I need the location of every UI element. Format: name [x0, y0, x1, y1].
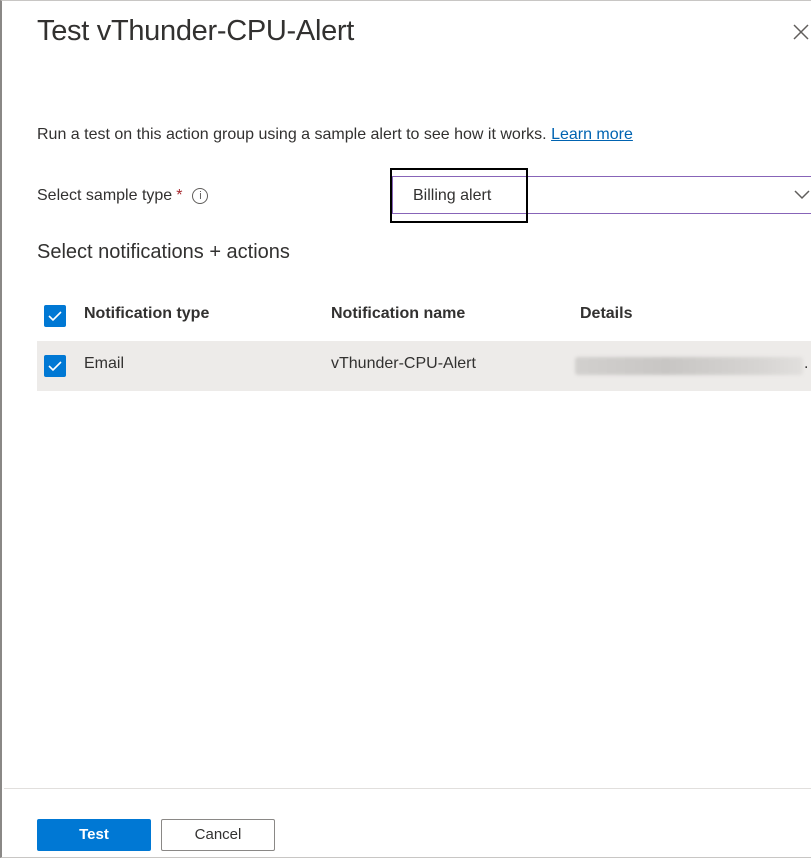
table-header-row: Notification type Notification name Deta…: [37, 291, 811, 341]
notification-name-cell: vThunder-CPU-Alert: [331, 355, 476, 372]
info-icon[interactable]: i: [192, 188, 209, 204]
intro-text-line: Run a test on this action group using a …: [37, 126, 633, 144]
learn-more-link[interactable]: Learn more: [551, 126, 633, 143]
close-button[interactable]: [790, 21, 811, 43]
chevron-down-icon: [794, 190, 810, 200]
redacted-details-value: [575, 357, 803, 375]
details-suffix: .: [804, 355, 809, 372]
notifications-table: Notification type Notification name Deta…: [37, 291, 811, 391]
required-marker: *: [176, 187, 183, 204]
column-header-notification-name[interactable]: Notification name: [331, 305, 465, 323]
checkmark-icon: [48, 311, 62, 322]
footer-divider: [4, 788, 811, 789]
test-action-group-panel: Test vThunder-CPU-Alert Run a test on th…: [0, 0, 811, 858]
column-header-details[interactable]: Details: [580, 305, 632, 323]
notification-type-cell: Email: [84, 355, 125, 372]
column-header-notification-type[interactable]: Notification type: [84, 305, 209, 323]
table-row[interactable]: Email vThunder-CPU-Alert .: [37, 341, 811, 391]
notifications-section-title: Select notifications + actions: [37, 241, 290, 263]
row-checkbox[interactable]: [44, 355, 66, 377]
sample-type-label-row: Select sample type * i: [37, 187, 209, 205]
close-icon: [793, 24, 809, 40]
sample-type-label: Select sample type: [37, 187, 173, 204]
select-all-checkbox[interactable]: [44, 305, 66, 327]
sample-type-selected-value: Billing alert: [413, 187, 492, 204]
checkmark-icon: [48, 361, 62, 372]
panel-title: Test vThunder-CPU-Alert: [37, 15, 355, 47]
sample-type-dropdown[interactable]: Billing alert: [390, 168, 811, 223]
cancel-button[interactable]: Cancel: [161, 819, 275, 851]
intro-text: Run a test on this action group using a …: [37, 126, 547, 143]
test-button[interactable]: Test: [37, 819, 151, 851]
